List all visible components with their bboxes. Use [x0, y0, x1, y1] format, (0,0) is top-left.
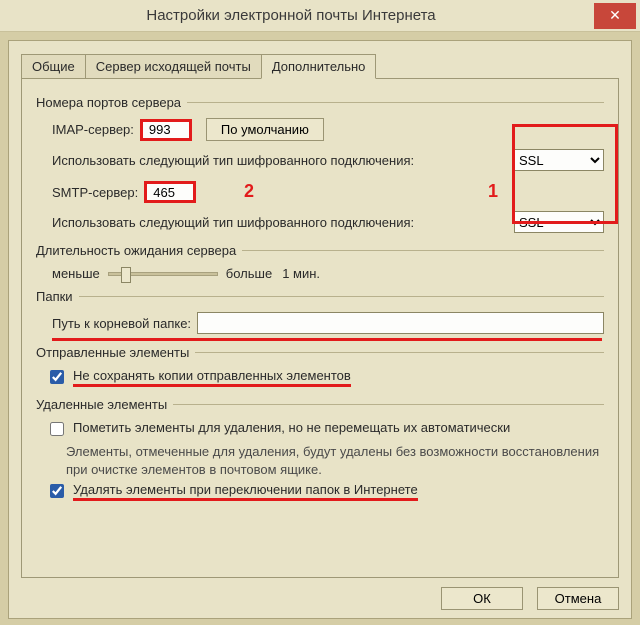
- default-ports-button[interactable]: По умолчанию: [206, 118, 324, 141]
- smtp-encrypt-label: Использовать следующий тип шифрованного …: [52, 215, 514, 230]
- window-title: Настройки электронной почты Интернета: [0, 7, 594, 24]
- dialog-body: Общие Сервер исходящей почты Дополнитель…: [8, 40, 632, 619]
- tab-strip: Общие Сервер исходящей почты Дополнитель…: [21, 54, 619, 79]
- title-bar: Настройки электронной почты Интернета ✕: [0, 0, 640, 32]
- smtp-label: SMTP-сервер:: [52, 185, 138, 200]
- imap-encrypt-select[interactable]: SSL: [514, 149, 604, 171]
- annotation-underline-path: [52, 338, 602, 341]
- group-timeout-label: Длительность ожидания сервера: [36, 243, 242, 258]
- timeout-value: 1 мин.: [282, 266, 320, 281]
- deleted-description: Элементы, отмеченные для удаления, будут…: [66, 443, 604, 478]
- tab-advanced[interactable]: Дополнительно: [261, 54, 377, 79]
- divider: [242, 250, 604, 251]
- mark-for-delete-label: Пометить элементы для удаления, но не пе…: [73, 420, 510, 435]
- tab-general[interactable]: Общие: [21, 54, 86, 79]
- timeout-slider[interactable]: [108, 272, 218, 276]
- close-icon: ✕: [609, 7, 621, 24]
- smtp-encrypt-select[interactable]: SSL: [514, 211, 604, 233]
- divider: [79, 296, 604, 297]
- group-deleted-label: Удаленные элементы: [36, 397, 173, 412]
- imap-port-input[interactable]: [140, 119, 192, 141]
- purge-on-switch-checkbox[interactable]: [50, 484, 64, 498]
- group-ports-label: Номера портов сервера: [36, 95, 187, 110]
- advanced-panel: Номера портов сервера IMAP-сервер: По ум…: [21, 78, 619, 578]
- root-path-label: Путь к корневой папке:: [52, 316, 191, 331]
- group-deleted: Удаленные элементы: [36, 397, 604, 412]
- timeout-more-label: больше: [226, 266, 272, 281]
- imap-encrypt-label: Использовать следующий тип шифрованного …: [52, 153, 514, 168]
- group-sent: Отправленные элементы: [36, 345, 604, 360]
- imap-label: IMAP-сервер:: [52, 122, 134, 137]
- divider: [195, 352, 604, 353]
- tab-outgoing[interactable]: Сервер исходящей почты: [85, 54, 262, 79]
- close-button[interactable]: ✕: [594, 3, 636, 29]
- mark-for-delete-checkbox[interactable]: [50, 422, 64, 436]
- group-folders: Папки: [36, 289, 604, 304]
- dont-save-sent-checkbox[interactable]: [50, 370, 64, 384]
- cancel-button[interactable]: Отмена: [537, 587, 619, 610]
- divider: [173, 404, 604, 405]
- purge-on-switch-label: Удалять элементы при переключении папок …: [73, 482, 418, 501]
- group-sent-label: Отправленные элементы: [36, 345, 195, 360]
- timeout-less-label: меньше: [52, 266, 100, 281]
- group-timeout: Длительность ожидания сервера: [36, 243, 604, 258]
- smtp-port-input[interactable]: [144, 181, 196, 203]
- ok-button[interactable]: ОК: [441, 587, 523, 610]
- divider: [187, 102, 604, 103]
- dialog-buttons: ОК Отмена: [441, 587, 619, 610]
- group-folders-label: Папки: [36, 289, 79, 304]
- root-path-input[interactable]: [197, 312, 604, 334]
- group-ports: Номера портов сервера: [36, 95, 604, 110]
- dont-save-sent-label: Не сохранять копии отправленных элементо…: [73, 368, 351, 387]
- slider-thumb[interactable]: [121, 267, 131, 283]
